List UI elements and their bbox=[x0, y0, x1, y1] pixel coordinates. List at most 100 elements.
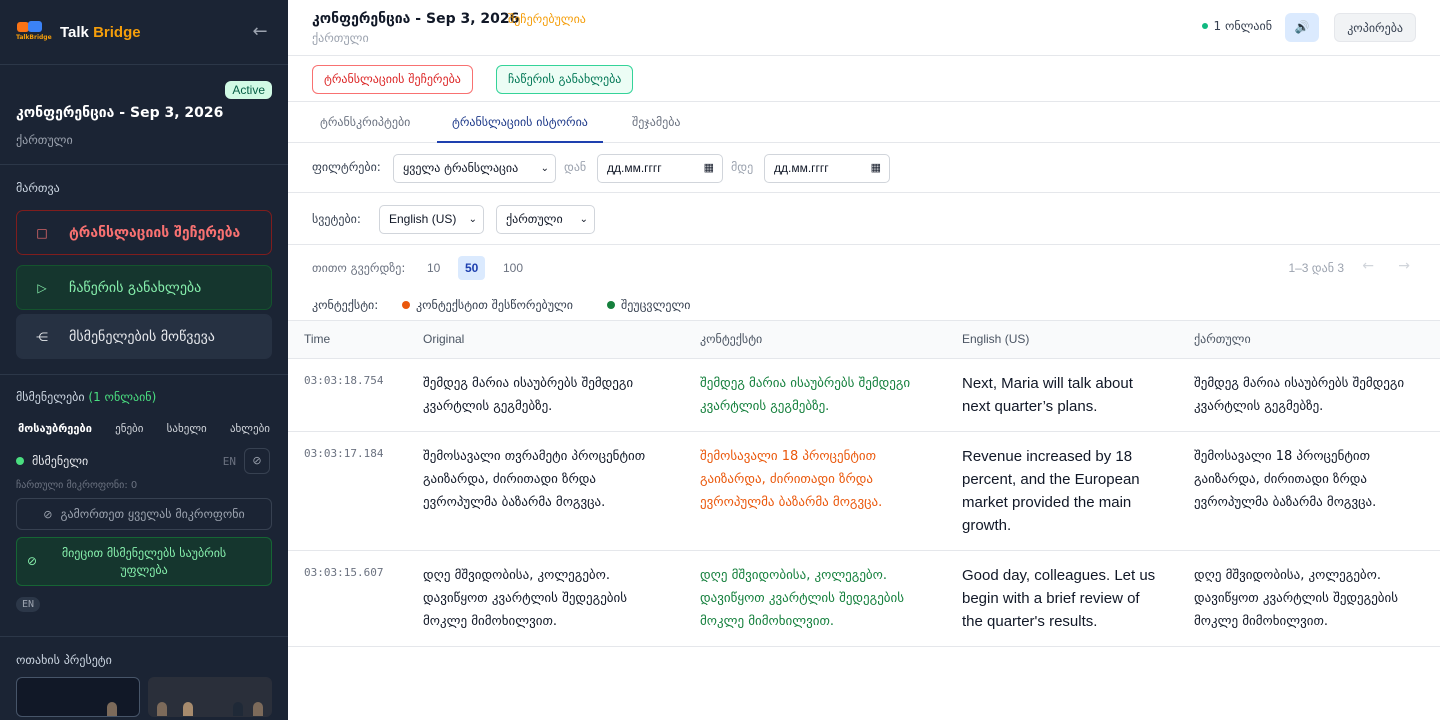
brand-name: Talk Bridge bbox=[60, 23, 141, 41]
tab-new[interactable]: ახლები bbox=[230, 422, 270, 435]
chevron-down-icon: ⌄ bbox=[579, 214, 588, 225]
from-date-input[interactable]: дд.мм.гггг ▦ bbox=[597, 154, 723, 183]
col-header-time: Time bbox=[304, 332, 331, 347]
online-indicator: 1 ონლაინ bbox=[1201, 19, 1273, 33]
tab-languages[interactable]: ენები bbox=[115, 422, 143, 435]
col-header-english: English (US) bbox=[962, 332, 1030, 347]
page-language: ქართული bbox=[312, 31, 369, 45]
tab-summary[interactable]: შეჯამება bbox=[620, 102, 693, 143]
online-dot-icon bbox=[16, 457, 24, 465]
table-row: 03:03:15.607 დღე მშვიდობისა, კოლეგებო. დ… bbox=[288, 550, 1440, 646]
translation-history-table: Time Original კონტექსტი English (US) ქარ… bbox=[288, 321, 1440, 647]
preset-thumbnail[interactable] bbox=[16, 677, 140, 717]
top-bar: კონფერენცია - Sep 3, 2026 შეჩერებულია ქა… bbox=[288, 0, 1440, 56]
row-original: შემოსავალი თვრამეტი პროცენტით გაიზარდა, … bbox=[423, 448, 646, 510]
row-original: დღე მშვიდობისა, კოლეგებო. დავიწყოთ კვარტ… bbox=[423, 567, 628, 629]
chevron-down-icon: ⌄ bbox=[540, 163, 549, 174]
listener-name: მსმენელი bbox=[32, 454, 89, 468]
green-dot-icon bbox=[607, 301, 615, 309]
controls-section: მართვა □ ტრანსლაციის შეჩერება ▷ ჩაწერის … bbox=[0, 165, 288, 375]
mute-all-label: გამორთეთ ყველას მიკროფონი bbox=[60, 507, 245, 521]
column-language-select-1[interactable]: English (US) ⌄ bbox=[379, 205, 484, 234]
row-english: Good day, colleagues. Let us begin with … bbox=[962, 566, 1156, 630]
tab-translation-history[interactable]: ტრანსლაციის ისტორია bbox=[437, 102, 603, 143]
invite-listeners-button[interactable]: ⋲ მსმენელების მოწვევა bbox=[16, 314, 272, 359]
resume-recording-label: ჩაწერის განახლება bbox=[69, 279, 202, 296]
col-header-georgian: ქართული bbox=[1194, 332, 1251, 347]
row-georgian: დღე მშვიდობისა, კოლეგებო. დავიწყოთ კვარტ… bbox=[1194, 567, 1399, 629]
speaker-icon[interactable]: 🔊 bbox=[1285, 13, 1319, 42]
paused-status: შეჩერებულია bbox=[508, 12, 586, 26]
calendar-icon: ▦ bbox=[870, 162, 881, 174]
controls-label: მართვა bbox=[16, 181, 60, 195]
context-legend: კონტექსტი: კონტექსტით შესწორებული შეუცვლ… bbox=[288, 291, 1440, 321]
tab-speakers[interactable]: მოსაუბრეები bbox=[18, 422, 92, 435]
grant-speaking-label: მიეცით მსმენელებს საუბრის უფლება bbox=[61, 545, 227, 577]
mic-off-icon: ⊘ bbox=[43, 507, 53, 521]
listeners-sort-tabs: მოსაუბრეები ენები სახელი ახლები bbox=[12, 413, 276, 443]
translation-type-select[interactable]: ყველა ტრანსლაცია ⌄ bbox=[393, 154, 556, 183]
page-title: კონფერენცია - Sep 3, 2026 bbox=[312, 11, 520, 27]
resume-recording-button[interactable]: ▷ ჩაწერის განახლება bbox=[16, 265, 272, 310]
pagination-row: თითო გვერდზე: 10 50 100 1–3 დან 3 ← → bbox=[288, 245, 1440, 291]
status-badge: Active bbox=[225, 81, 272, 99]
tab-transcripts[interactable]: ტრანსკრიპტები bbox=[308, 102, 422, 143]
from-label: დან bbox=[564, 160, 587, 174]
col-header-context: კონტექსტი bbox=[700, 332, 763, 347]
listeners-online-count: (1 ონლაინ) bbox=[88, 390, 157, 404]
stop-square-icon: □ bbox=[36, 225, 48, 240]
copy-button[interactable]: კოპირება bbox=[1334, 13, 1416, 42]
prev-page-arrow-icon[interactable]: ← bbox=[1362, 258, 1374, 274]
calendar-icon: ▦ bbox=[703, 162, 714, 174]
filters-label: ფილტრები: bbox=[312, 160, 381, 174]
table-row: 03:03:17.184 შემოსავალი თვრამეტი პროცენტ… bbox=[288, 431, 1440, 550]
main-panel: კონფერენცია - Sep 3, 2026 შეჩერებულია ქა… bbox=[288, 0, 1440, 720]
stop-translation-button[interactable]: □ ტრანსლაციის შეჩერება bbox=[16, 210, 272, 255]
online-dot-icon bbox=[1201, 23, 1208, 29]
column-language-select-2[interactable]: ქართული ⌄ bbox=[496, 205, 595, 234]
mic-off-icon[interactable]: ⊘ bbox=[244, 448, 270, 474]
row-georgian: შემდეგ მარია ისაუბრებს შემდეგი კვარტლის … bbox=[1194, 375, 1405, 414]
legend-corrected: კონტექსტით შესწორებული bbox=[402, 298, 573, 312]
legend-unchanged: შეუცვლელი bbox=[607, 298, 690, 312]
listeners-section: მსმენელები (1 ონლაინ) მოსაუბრეები ენები … bbox=[0, 375, 288, 637]
tab-name[interactable]: სახელი bbox=[167, 422, 207, 435]
context-legend-label: კონტექსტი: bbox=[312, 298, 379, 312]
stop-translation-button[interactable]: ტრანსლაციის შეჩერება bbox=[312, 65, 473, 94]
invite-listeners-label: მსმენელების მოწვევა bbox=[69, 328, 215, 345]
online-count: 1 ონლაინ bbox=[1213, 19, 1273, 33]
mute-all-button[interactable]: ⊘ გამორთეთ ყველას მიკროფონი bbox=[16, 498, 272, 530]
sidebar-header: TalkBridge Talk Bridge ← bbox=[0, 0, 288, 65]
table-header-row: Time Original კონტექსტი English (US) ქარ… bbox=[288, 321, 1440, 358]
to-date-input[interactable]: дд.мм.гггг ▦ bbox=[764, 154, 890, 183]
page-size-100[interactable]: 100 bbox=[496, 256, 530, 280]
stop-translation-label: ტრანსლაციის შეჩერება bbox=[69, 224, 241, 241]
conference-info: Active კონფერენცია - Sep 3, 2026 ქართული bbox=[0, 65, 288, 165]
page-range: 1–3 დან 3 bbox=[1288, 261, 1344, 275]
row-english: Revenue increased by 18 percent, and the… bbox=[962, 447, 1140, 534]
resume-recording-button[interactable]: ჩაწერის განახლება bbox=[496, 65, 634, 94]
listener-language: EN bbox=[222, 454, 236, 468]
tab-bar: ტრანსკრიპტები ტრანსლაციის ისტორია შეჯამე… bbox=[288, 102, 1440, 143]
filters-row: ფილტრები: ყველა ტრანსლაცია ⌄ დან дд.мм.гг… bbox=[288, 143, 1440, 193]
per-page-label: თითო გვერდზე: bbox=[312, 261, 406, 275]
table-row: 03:03:18.754 შემდეგ მარია ისაუბრებს შემდ… bbox=[288, 358, 1440, 431]
listeners-label: მსმენელები (1 ონლაინ) bbox=[16, 390, 157, 404]
grant-speaking-button[interactable]: ⊘ მიეცით მსმენელებს საუბრის უფლება bbox=[16, 537, 272, 586]
page-size-10[interactable]: 10 bbox=[420, 256, 447, 280]
columns-label: სვეტები: bbox=[312, 212, 361, 226]
collapse-sidebar-arrow-icon[interactable]: ← bbox=[250, 20, 270, 44]
language-chip[interactable]: EN bbox=[16, 597, 41, 612]
row-time: 03:03:18.754 bbox=[304, 373, 384, 387]
to-label: მდე bbox=[731, 160, 754, 174]
next-page-arrow-icon[interactable]: → bbox=[1398, 258, 1410, 274]
action-row: ტრანსლაციის შეჩერება ჩაწერის განახლება bbox=[288, 56, 1440, 102]
enabled-mics-count: ჩართული მიკროფონი: 0 bbox=[16, 480, 138, 491]
share-icon: ⋲ bbox=[36, 329, 48, 344]
row-context: შემოსავალი 18 პროცენტით გაიზარდა, ძირითა… bbox=[700, 448, 883, 510]
preset-thumbnail[interactable] bbox=[148, 677, 272, 717]
row-time: 03:03:17.184 bbox=[304, 446, 384, 460]
listener-item: მსმენელი EN ⊘ bbox=[16, 448, 272, 474]
row-context: დღე მშვიდობისა, კოლეგებო. დავიწყოთ კვარტ… bbox=[700, 567, 905, 629]
page-size-50[interactable]: 50 bbox=[458, 256, 486, 280]
